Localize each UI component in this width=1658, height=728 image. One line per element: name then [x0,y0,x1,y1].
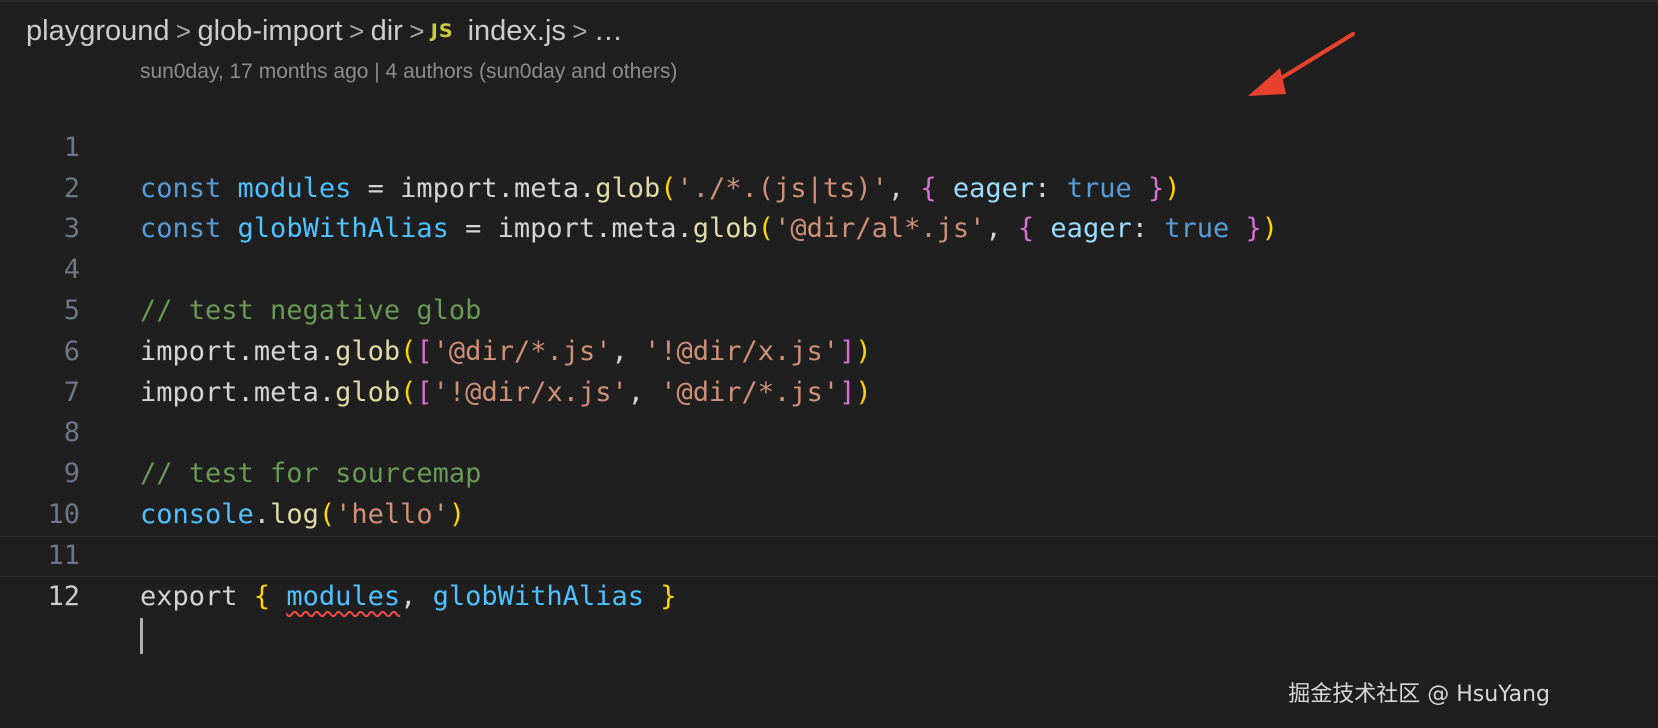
code-line-current[interactable]: 12 [0,536,1658,655]
code-line[interactable]: 10 [0,454,1658,530]
watermark: 掘金技术社区 @ HsuYang [1288,682,1550,707]
code-line[interactable]: 1 const modules = import.meta.glob('./*.… [0,87,1658,204]
breadcrumb-item-glob-import[interactable]: glob-import [198,15,343,48]
annotation-arrow-icon [1248,32,1355,96]
identifier-token: globWithAlias [432,580,644,612]
git-blame-codelens[interactable]: sun0day, 17 months ago | 4 authors (sun0… [140,57,677,87]
code-line[interactable]: 3 [0,169,1658,244]
chevron-right-icon: > [409,15,425,46]
code-line[interactable]: 11 export { modules, globWithAlias } [0,495,1658,612]
breadcrumb: playground > glob-import > dir > JS inde… [26,0,623,62]
code-editor[interactable]: 1 const modules = import.meta.glob('./*.… [0,87,1658,655]
code-line[interactable]: 7 [0,332,1658,408]
line-number: 12 [47,580,80,612]
chevron-right-icon: > [572,15,588,46]
annotation-arrow-head [1248,68,1286,96]
error-identifier-token[interactable]: modules [286,581,400,612]
keyword-token: export [140,580,254,612]
breadcrumb-item-index-js[interactable]: index.js [468,15,566,48]
code-line[interactable]: 2 const globWithAlias = import.meta.glob… [0,128,1658,245]
breadcrumb-item-dir[interactable]: dir [371,15,403,48]
javascript-file-icon: JS [430,20,454,42]
code-line[interactable]: 5 import.meta.glob(['@dir/*.js', '!@dir/… [0,250,1658,367]
chevron-right-icon: > [348,15,365,46]
breadcrumb-item-symbols[interactable]: … [594,15,623,48]
brace-open-token: { [253,580,271,612]
text-cursor [140,618,143,655]
breadcrumb-item-playground[interactable]: playground [26,15,170,48]
code-line[interactable]: 6 import.meta.glob(['!@dir/x.js', '@dir/… [0,291,1658,408]
chevron-right-icon: > [175,15,192,46]
brace-close-token: } [643,580,677,612]
line-content: export { modules, globWithAlias } [140,577,676,618]
line-content [140,617,143,658]
code-line[interactable]: 8 // test for sourcemap [0,373,1658,489]
punctuation-token: , [400,580,433,612]
code-line[interactable]: 9 console.log('hello') [0,413,1658,530]
annotation-arrow-shaft [1268,32,1355,87]
code-line[interactable]: 4 // test negative glob [0,209,1658,326]
